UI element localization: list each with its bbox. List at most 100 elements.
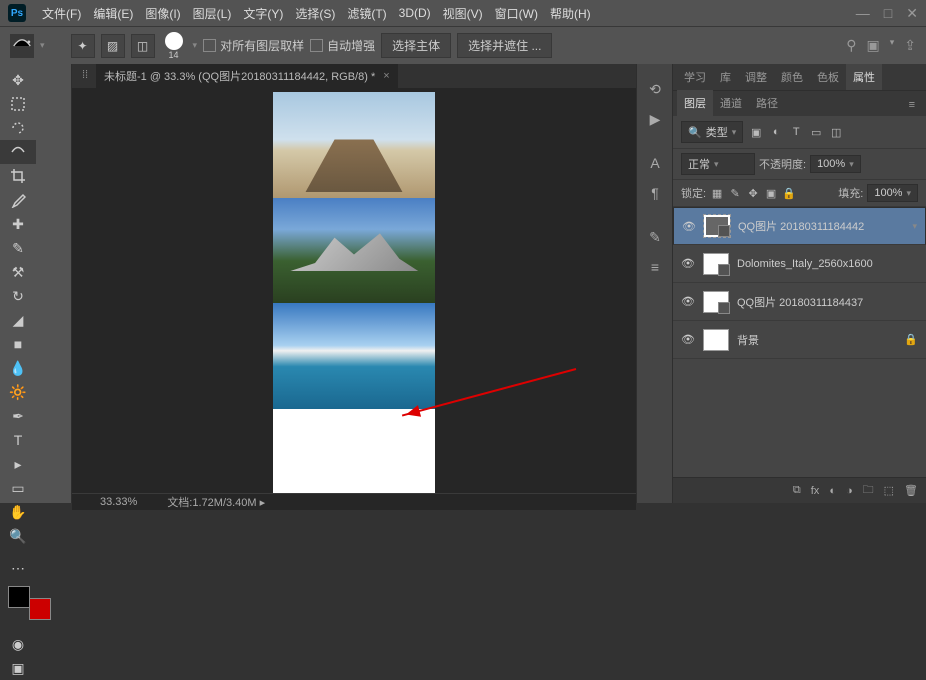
canvas[interactable] (273, 92, 435, 493)
filter-shape-icon[interactable]: ▭ (809, 125, 823, 139)
tab-close-icon[interactable]: × (383, 70, 389, 82)
chevron-down-icon[interactable]: ▾ (890, 37, 895, 54)
layer-name[interactable]: 背景 (737, 332, 896, 348)
stamp-tool[interactable]: ⚒ (0, 260, 36, 284)
background-color[interactable] (29, 598, 51, 620)
tab-channels[interactable]: 通道 (713, 90, 749, 116)
layer-row[interactable]: 👁 Dolomites_Italy_2560x1600 (673, 245, 926, 283)
path-select-tool[interactable]: ▸ (0, 452, 36, 476)
menu-edit[interactable]: 编辑(E) (87, 5, 139, 22)
move-tool[interactable]: ✥ (0, 68, 36, 92)
filter-adjust-icon[interactable]: ◐ (769, 125, 783, 139)
chevron-down-icon[interactable]: ▾ (193, 40, 198, 51)
opacity-value[interactable]: 100% (810, 155, 861, 173)
brush-tool[interactable]: ✎ (0, 236, 36, 260)
maximize-icon[interactable]: □ (884, 5, 892, 22)
layer-filter-select[interactable]: 🔍 类型 (681, 121, 743, 143)
healing-tool[interactable]: ✚ (0, 212, 36, 236)
tab-library[interactable]: 库 (713, 64, 738, 90)
tab-paths[interactable]: 路径 (749, 90, 785, 116)
current-tool-icon[interactable] (10, 34, 34, 58)
dodge-tool[interactable]: 🔆 (0, 380, 36, 404)
zoom-level[interactable]: 33.33% (100, 496, 137, 508)
paragraph-panel-icon[interactable]: ¶ (637, 178, 673, 208)
document-tab[interactable]: 未标题-1 @ 33.3% (QQ图片20180311184442, RGB/8… (96, 64, 398, 88)
menu-layer[interactable]: 图层(L) (187, 5, 238, 22)
layer-thumbnail[interactable] (704, 215, 730, 237)
history-brush-tool[interactable]: ↻ (0, 284, 36, 308)
group-icon[interactable]: 🗀 (863, 481, 874, 500)
marquee-tool[interactable] (0, 92, 36, 116)
layer-row[interactable]: 👁 QQ图片 20180311184442 (673, 207, 926, 245)
visibility-icon[interactable]: 👁 (681, 257, 695, 270)
hand-tool[interactable]: ✋ (0, 500, 36, 524)
mask-icon[interactable]: ◐ (829, 485, 836, 497)
menu-image[interactable]: 图像(I) (139, 5, 186, 22)
layer-name[interactable]: QQ图片 20180311184437 (737, 294, 918, 310)
layer-name[interactable]: QQ图片 20180311184442 (738, 218, 904, 234)
select-subject-button[interactable]: 选择主体 (381, 33, 451, 58)
screen-mode-icon[interactable]: ▣ (0, 656, 36, 680)
filter-text-icon[interactable]: T (789, 125, 803, 139)
link-layers-icon[interactable]: ⧉ (793, 484, 801, 497)
brush-preset-icon[interactable]: ✦ (71, 34, 95, 58)
tab-swatches[interactable]: 色板 (810, 64, 846, 90)
auto-enhance-checkbox[interactable]: 自动增强 (310, 37, 375, 54)
eyedropper-tool[interactable] (0, 188, 36, 212)
lock-position-icon[interactable]: ✥ (746, 186, 760, 200)
select-and-mask-button[interactable]: 选择并遮住 ... (457, 33, 552, 58)
layer-thumbnail[interactable] (703, 291, 729, 313)
tab-adjust[interactable]: 调整 (738, 64, 774, 90)
layer-thumbnail[interactable] (703, 329, 729, 351)
lock-all-icon[interactable]: 🔒 (782, 186, 796, 200)
filter-image-icon[interactable]: ▣ (749, 125, 763, 139)
menu-3d[interactable]: 3D(D) (393, 6, 437, 20)
zoom-tool[interactable]: 🔍 (0, 524, 36, 548)
visibility-icon[interactable]: 👁 (681, 295, 695, 308)
eraser-tool[interactable]: ◢ (0, 308, 36, 332)
lock-trans-icon[interactable]: ▦ (710, 186, 724, 200)
visibility-icon[interactable]: 👁 (682, 220, 696, 233)
menu-select[interactable]: 选择(S) (289, 5, 341, 22)
fx-icon[interactable]: fx (811, 485, 820, 497)
tab-handle-icon[interactable]: ⁞⁞ (82, 69, 90, 83)
gradient-tool[interactable]: ■ (0, 332, 36, 356)
character-panel-icon[interactable]: A (637, 148, 673, 178)
tab-properties[interactable]: 属性 (846, 64, 882, 90)
layer-row[interactable]: 👁 背景 🔒 (673, 321, 926, 359)
search-icon[interactable]: ⚲ (846, 37, 856, 54)
brushes-panel-icon[interactable]: ✎ (637, 222, 673, 252)
delete-icon[interactable]: 🗑 (904, 484, 918, 497)
share-icon[interactable]: ⇪ (904, 37, 916, 54)
pen-tool[interactable]: ✒ (0, 404, 36, 428)
blend-mode-select[interactable]: 正常 (681, 153, 755, 175)
brush-settings-icon[interactable]: ▨ (101, 34, 125, 58)
new-layer-icon[interactable]: ⬚ (884, 484, 894, 497)
layer-thumbnail[interactable] (703, 253, 729, 275)
foreground-color[interactable] (8, 586, 30, 608)
blur-tool[interactable]: 💧 (0, 356, 36, 380)
chevron-down-icon[interactable]: ▾ (40, 40, 45, 51)
tab-color[interactable]: 颜色 (774, 64, 810, 90)
history-panel-icon[interactable]: ⟲ (637, 74, 673, 104)
type-tool[interactable]: T (0, 428, 36, 452)
shape-tool[interactable]: ▭ (0, 476, 36, 500)
lock-artboard-icon[interactable]: ▣ (764, 186, 778, 200)
fill-value[interactable]: 100% (867, 184, 918, 202)
menu-help[interactable]: 帮助(H) (544, 5, 597, 22)
close-icon[interactable]: ✕ (906, 5, 918, 22)
crop-tool[interactable] (0, 164, 36, 188)
menu-file[interactable]: 文件(F) (36, 5, 87, 22)
quick-select-tool[interactable] (0, 140, 36, 164)
panel-menu-icon[interactable]: ≡ (902, 94, 922, 116)
workspace-icon[interactable]: ▣ (867, 37, 880, 54)
tab-layers[interactable]: 图层 (677, 90, 713, 116)
actions-panel-icon[interactable]: ▶ (637, 104, 673, 134)
menu-window[interactable]: 窗口(W) (489, 5, 544, 22)
menu-filter[interactable]: 滤镜(T) (341, 5, 392, 22)
layer-name[interactable]: Dolomites_Italy_2560x1600 (737, 258, 918, 270)
color-swatches[interactable] (4, 584, 67, 628)
layer-row[interactable]: 👁 QQ图片 20180311184437 (673, 283, 926, 321)
filter-smart-icon[interactable]: ◫ (829, 125, 843, 139)
quick-mask-icon[interactable]: ◉ (0, 632, 36, 656)
